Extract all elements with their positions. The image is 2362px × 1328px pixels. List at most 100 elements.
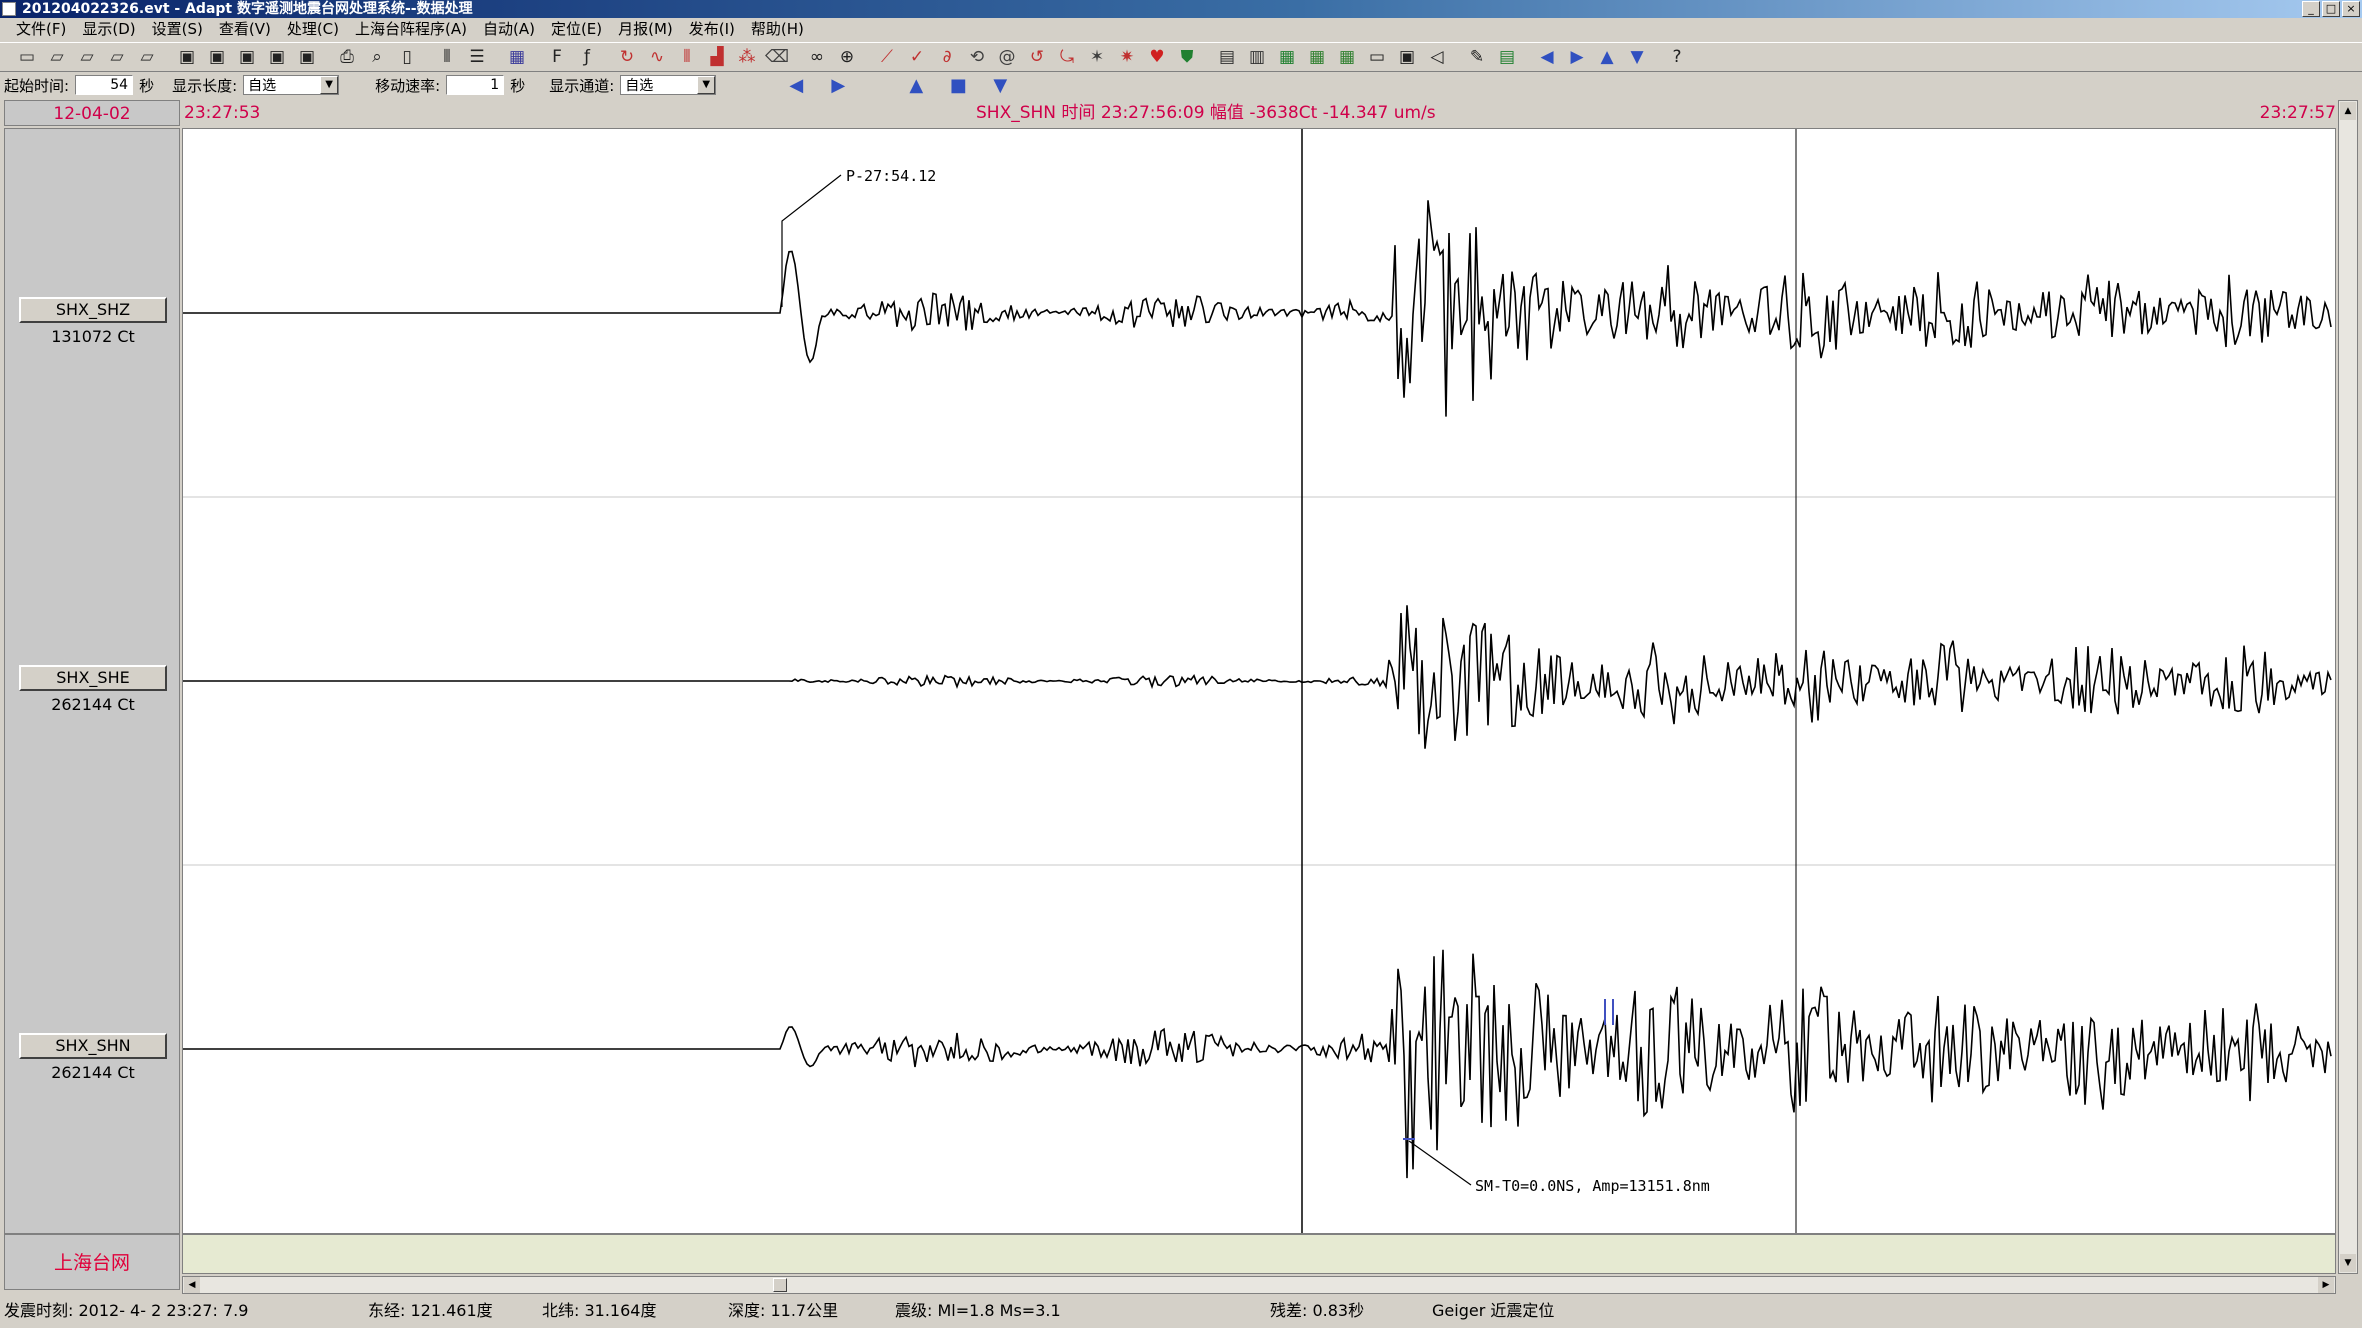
scroll-left-icon[interactable]: ◀ <box>184 1277 200 1293</box>
arrow-down-icon: ▼ <box>993 74 1008 96</box>
menu-help[interactable]: 帮助(H) <box>743 18 812 40</box>
green-grid-icon[interactable]: ▦ <box>1272 44 1302 70</box>
start-time-label: 起始时间: <box>4 76 70 95</box>
window-icon[interactable]: ▭ <box>1362 44 1392 70</box>
menu-auto[interactable]: 自动(A) <box>475 18 543 40</box>
save-all-icon[interactable]: ▣ <box>202 44 232 70</box>
close-button[interactable]: × <box>2342 1 2360 17</box>
grid-icon[interactable]: ▦ <box>502 44 532 70</box>
amplitude-up-button[interactable]: ▲ <box>898 74 934 96</box>
arrow-down-icon[interactable]: ▼ <box>1622 44 1652 70</box>
cycle-icon[interactable]: ↺ <box>1022 44 1052 70</box>
open-icon[interactable]: ▱ <box>42 44 72 70</box>
loop-icon[interactable]: ∂ <box>932 44 962 70</box>
chevron-down-icon[interactable]: ▼ <box>320 76 339 94</box>
status-depth: 深度: 11.7公里 <box>728 1301 839 1320</box>
columns-icon[interactable]: ⦀ <box>432 44 462 70</box>
disk-alt-icon[interactable]: ▣ <box>292 44 322 70</box>
scroll-right-icon[interactable]: ▶ <box>2318 1277 2334 1293</box>
check-tool-icon[interactable]: ✓ <box>902 44 932 70</box>
maximize-button[interactable]: □ <box>2322 1 2340 17</box>
menu-file[interactable]: 文件(F) <box>8 18 74 40</box>
display-channel-select[interactable]: 自选 ▼ <box>620 75 717 95</box>
horizontal-scrollbar[interactable]: ◀ ▶ <box>182 1276 2336 1294</box>
open-folder-icon[interactable]: ▱ <box>72 44 102 70</box>
channel-button-shn[interactable]: SHX_SHN <box>19 1033 167 1059</box>
save-icon[interactable]: ▣ <box>172 44 202 70</box>
arrow-left-icon[interactable]: ◀ <box>1532 44 1562 70</box>
menu-locate[interactable]: 定位(E) <box>543 18 610 40</box>
channel-button-she[interactable]: SHX_SHE <box>19 665 167 691</box>
print-icon[interactable]: ⎙ <box>332 44 362 70</box>
options-bar: 起始时间: 54 秒 显示长度: 自选 ▼ 移动速率: 1 秒 显示通道: 自选… <box>0 72 2362 98</box>
shield-icon[interactable]: ⛊ <box>1172 44 1202 70</box>
rotate-icon[interactable]: ⟲ <box>962 44 992 70</box>
menu-settings[interactable]: 设置(S) <box>144 18 211 40</box>
wave-icon[interactable]: ∿ <box>642 44 672 70</box>
menu-monthly[interactable]: 月报(M) <box>610 18 681 40</box>
burst-icon[interactable]: ✷ <box>1112 44 1142 70</box>
menu-array[interactable]: 上海台阵程序(A) <box>347 18 475 40</box>
minimize-button[interactable]: _ <box>2302 1 2320 17</box>
chevron-down-icon[interactable]: ▼ <box>697 76 716 94</box>
timeline-strip[interactable] <box>182 1234 2336 1274</box>
window-end-time: 23:27:57 <box>2259 103 2336 123</box>
menu-process[interactable]: 处理(C) <box>279 18 347 40</box>
menu-publish[interactable]: 发布(I) <box>681 18 743 40</box>
disk-icon[interactable]: ▣ <box>262 44 292 70</box>
arrow-up-icon[interactable]: ▲ <box>1592 44 1622 70</box>
pen-icon[interactable]: ✎ <box>1462 44 1492 70</box>
print-preview-icon[interactable]: ⌕ <box>362 44 392 70</box>
histogram-icon[interactable]: ▟ <box>702 44 732 70</box>
help-icon[interactable]: ? <box>1662 44 1692 70</box>
page-icon[interactable]: ▯ <box>392 44 422 70</box>
start-time-input[interactable]: 54 <box>75 75 134 95</box>
vertical-scrollbar[interactable]: ▲ ▼ <box>2338 100 2358 1274</box>
curve-icon[interactable]: ↻ <box>612 44 642 70</box>
save-as-icon[interactable]: ▣ <box>232 44 262 70</box>
network-label: 上海台网 <box>4 1234 180 1290</box>
filter-f-italic-icon[interactable]: ƒ <box>572 44 602 70</box>
channel-button-shz[interactable]: SHX_SHZ <box>19 297 167 323</box>
waveform-canvas[interactable]: P-27:54.12 SM-T0=0.0NS, Amp=13151.8nm <box>183 129 2335 1233</box>
amplitude-down-button[interactable]: ▼ <box>982 74 1018 96</box>
arrow-right-icon[interactable]: ▶ <box>1562 44 1592 70</box>
table-icon[interactable]: ▤ <box>1212 44 1242 70</box>
display-length-select[interactable]: 自选 ▼ <box>243 75 340 95</box>
chart-icon[interactable]: ▥ <box>1242 44 1272 70</box>
scroll-thumb[interactable] <box>773 1278 787 1292</box>
eraser-icon[interactable]: ⌫ <box>762 44 792 70</box>
app-icon[interactable] <box>2 2 16 16</box>
scroll-right-button[interactable]: ▶ <box>820 74 856 96</box>
menu-display[interactable]: 显示(D) <box>74 18 143 40</box>
p-pick-leader <box>781 174 842 307</box>
spiral-icon[interactable]: @ <box>992 44 1022 70</box>
layout-icon[interactable]: ▦ <box>1302 44 1332 70</box>
menu-view[interactable]: 查看(V) <box>211 18 279 40</box>
speaker-icon[interactable]: ◁ <box>1422 44 1452 70</box>
particle-icon[interactable]: ⁂ <box>732 44 762 70</box>
filter-f-icon[interactable]: F <box>542 44 572 70</box>
amp-pick-label[interactable]: SM-T0=0.0NS, Amp=13151.8nm <box>1475 1177 1710 1195</box>
line-tool-icon[interactable]: ⟋ <box>872 44 902 70</box>
move-speed-input[interactable]: 1 <box>446 75 505 95</box>
new-icon[interactable]: ▭ <box>12 44 42 70</box>
amplitude-reset-button[interactable]: ■ <box>940 74 976 96</box>
heart-icon[interactable]: ♥ <box>1142 44 1172 70</box>
open-recent-icon[interactable]: ▱ <box>102 44 132 70</box>
scroll-down-icon[interactable]: ▼ <box>2340 1254 2356 1272</box>
waveform-plot[interactable]: P-27:54.12 SM-T0=0.0NS, Amp=13151.8nm <box>182 128 2336 1234</box>
p-pick-label[interactable]: P-27:54.12 <box>846 167 936 185</box>
spectrum-icon[interactable]: ⫴ <box>672 44 702 70</box>
scroll-up-icon[interactable]: ▲ <box>2340 102 2356 120</box>
hook-icon[interactable]: ⤿ <box>1052 44 1082 70</box>
binoculars-icon[interactable]: ∞ <box>802 44 832 70</box>
star-icon[interactable]: ✶ <box>1082 44 1112 70</box>
panel-icon[interactable]: ▦ <box>1332 44 1362 70</box>
book-icon[interactable]: ▤ <box>1492 44 1522 70</box>
magnifier-icon[interactable]: ⊕ <box>832 44 862 70</box>
folder-icon[interactable]: ▱ <box>132 44 162 70</box>
list-icon[interactable]: ☰ <box>462 44 492 70</box>
scroll-left-button[interactable]: ◀ <box>778 74 814 96</box>
zoom-box-icon[interactable]: ▣ <box>1392 44 1422 70</box>
